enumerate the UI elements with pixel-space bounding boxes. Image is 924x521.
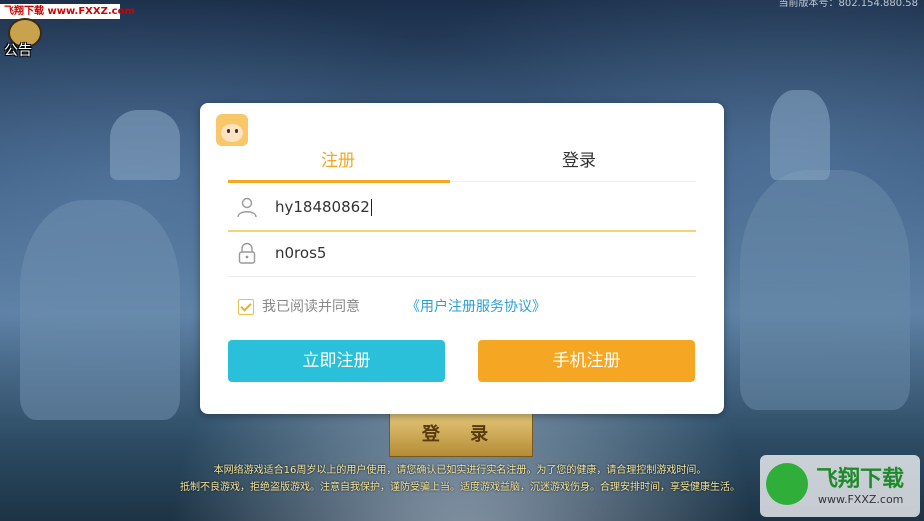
agreement-link[interactable]: 《用户注册服务协议》 [406, 297, 546, 317]
notice-label: 公告 [4, 43, 32, 59]
disclaimer-line-1: 本网络游戏适合16周岁以上的用户使用，请您确认已如实进行实名注册。为了您的健康，… [213, 465, 707, 476]
fxxz-logo-icon [766, 463, 808, 505]
floating-island [110, 110, 180, 180]
watermark-url: www.FXXZ.com [818, 493, 904, 506]
floating-island [20, 200, 180, 420]
tab-bar: 注册 登录 [228, 141, 696, 183]
watermark-bottom-right: 飞翔下载 www.FXXZ.com [760, 455, 920, 517]
password-field[interactable]: n0ros5 [228, 230, 696, 277]
notice-button[interactable]: 公告 [4, 16, 44, 60]
username-value: hy18480862 [275, 198, 370, 216]
agree-checkbox[interactable] [238, 299, 254, 315]
version-text: 当前版本号：802.154.880.58 [778, 0, 918, 9]
register-dialog: 注册 登录 hy18480862 n0ros5 我已阅读并同意 《用户注册服务协… [200, 103, 724, 414]
username-input[interactable]: hy18480862 [275, 184, 372, 230]
register-button[interactable]: 立即注册 [228, 340, 445, 382]
floating-island [770, 90, 830, 180]
floating-island [740, 170, 910, 410]
text-caret [370, 199, 372, 216]
disclaimer-line-2: 抵制不良游戏，拒绝盗版游戏。注意自我保护，谨防受骗上当。适度游戏益脑，沉迷游戏伤… [180, 482, 740, 493]
user-icon [237, 197, 257, 218]
tab-login[interactable]: 登录 [469, 141, 689, 181]
password-input[interactable]: n0ros5 [275, 230, 326, 276]
lock-icon [238, 242, 256, 264]
tab-register[interactable]: 注册 [228, 141, 448, 181]
phone-register-button[interactable]: 手机注册 [478, 340, 695, 382]
watermark-title: 飞翔下载 [816, 467, 905, 492]
agree-text: 我已阅读并同意 [262, 299, 360, 315]
username-field[interactable]: hy18480862 [228, 184, 696, 232]
game-login-button[interactable]: 登 录 [389, 413, 533, 457]
active-tab-indicator [228, 180, 450, 183]
